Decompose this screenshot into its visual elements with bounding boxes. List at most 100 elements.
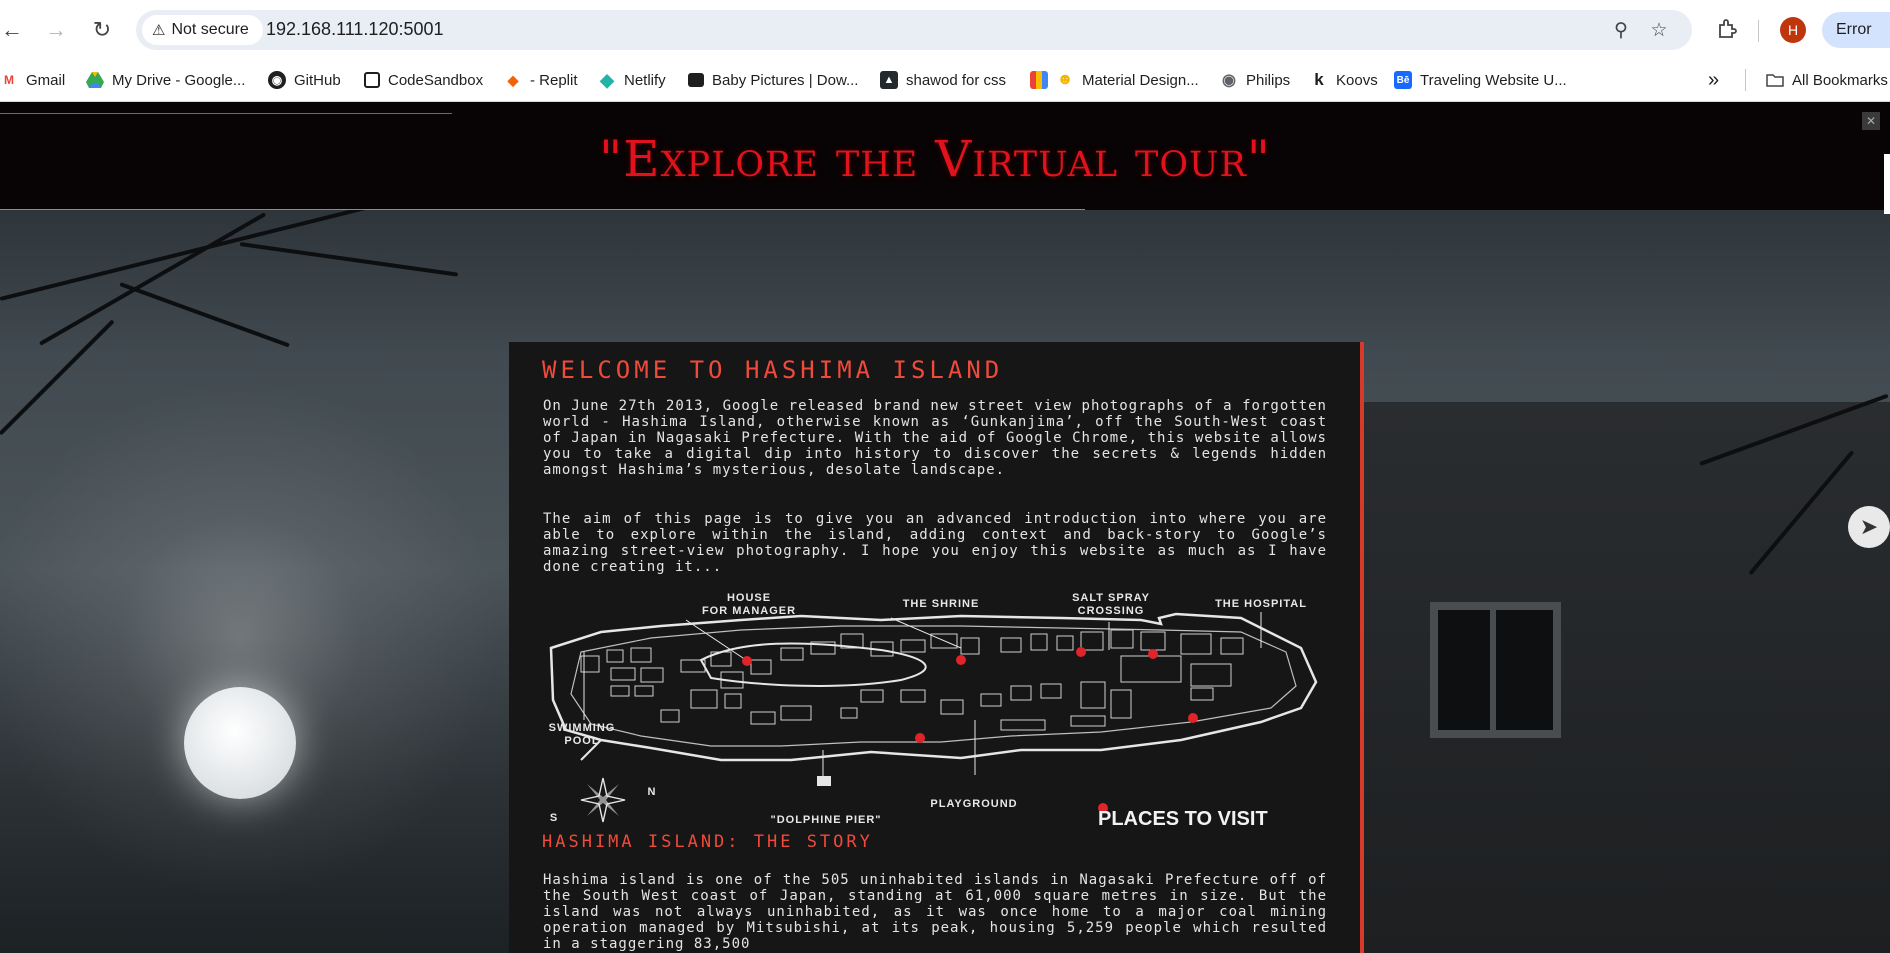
behance-icon: Bē (1394, 71, 1412, 89)
bookmark-netlify[interactable]: ◆ Netlify (598, 69, 666, 91)
label-compass-n: N (647, 786, 657, 798)
label-house-for-manager: HOUSE FOR MANAGER (679, 592, 819, 618)
bookmark-traveling-website[interactable]: Bē Traveling Website U... (1394, 69, 1567, 91)
central-hill-path (699, 642, 927, 687)
marker-hospital[interactable] (1148, 649, 1158, 659)
legend-places-to-visit: PLACES TO VISIT (1098, 808, 1268, 830)
bookmark-label: CodeSandbox (388, 71, 484, 89)
github-icon: ◉ (268, 71, 286, 89)
unsplash-icon (688, 73, 704, 87)
back-arrow-icon[interactable]: ← (0, 12, 30, 48)
page-viewport: "Explore the Virtual tour" ✕ ➤ WELCOME T… (0, 102, 1890, 953)
globe-icon: ◉ (1222, 72, 1236, 89)
marker-playground[interactable] (915, 733, 925, 743)
banner-line (0, 113, 452, 114)
codesandbox-icon (364, 72, 380, 88)
bookmark-label: Koovs (1336, 71, 1378, 89)
forward-arrow-icon[interactable]: → (38, 12, 74, 48)
bookmark-label: Traveling Website U... (1420, 71, 1567, 89)
warning-icon: ⚠ (152, 22, 166, 39)
compass-rose (580, 777, 626, 823)
aim-paragraph: The aim of this page is to give you an a… (543, 511, 1327, 575)
zoom-icon[interactable]: ⚲ (1608, 17, 1634, 43)
bookmarks-divider (1745, 69, 1746, 91)
haunted-house-image (1340, 402, 1890, 953)
label-salt-spray-crossing: SALT SPRAY CROSSING (1051, 592, 1171, 618)
bookmarks-bar: M Gmail My Drive - Google... ◉ GitHub Co… (0, 59, 1890, 102)
shadow-icon: ▲ (880, 71, 898, 89)
page-title: "Explore the Virtual tour" (599, 130, 1271, 188)
marker-house-for-manager[interactable] (742, 656, 752, 666)
label-swimming-pool: SWIMMING POOL (537, 722, 627, 748)
marker-east[interactable] (1188, 713, 1198, 723)
story-heading: HASHIMA ISLAND: THE STORY (542, 832, 873, 852)
label-compass-s: S (549, 812, 559, 824)
label-the-shrine: THE SHRINE (902, 598, 980, 610)
bookmark-github[interactable]: ◉ GitHub (268, 69, 341, 91)
url-text[interactable]: 192.168.111.120:5001 (266, 19, 444, 40)
bookmark-replit[interactable]: ◆ - Replit (504, 69, 578, 91)
banner-line (0, 209, 1085, 210)
bookmark-label: Netlify (624, 71, 666, 89)
bookmark-label: GitHub (294, 71, 341, 89)
island-map: HOUSE FOR MANAGER THE SHRINE SALT SPRAY … (541, 590, 1331, 830)
tree-branch (119, 282, 290, 348)
bookmark-shadow-css[interactable]: ▲ shawod for css (880, 69, 1006, 91)
island-map-drawing (549, 612, 1318, 823)
star-icon[interactable]: ☆ (1646, 17, 1672, 43)
bookmark-material-design[interactable]: ☻ Material Design... (1030, 69, 1199, 91)
label-playground: PLAYGROUND (930, 798, 1018, 810)
netlify-icon: ◆ (600, 69, 614, 90)
address-bar[interactable]: ⚠ Not secure 192.168.111.120:5001 ⚲ ☆ (136, 10, 1692, 50)
close-icon[interactable]: ✕ (1862, 112, 1880, 130)
gmail-icon: M (4, 73, 14, 87)
bookmark-koovs[interactable]: k Koovs (1310, 69, 1378, 91)
all-bookmarks-button[interactable]: All Bookmarks (1766, 69, 1888, 91)
marker-salt-spray[interactable] (1076, 647, 1086, 657)
map-markers (742, 647, 1198, 813)
reload-icon[interactable]: ↻ (84, 12, 120, 48)
profile-avatar[interactable]: H (1780, 17, 1806, 43)
tree-branch (0, 319, 115, 436)
intro-paragraph: On June 27th 2013, Google released brand… (543, 398, 1327, 478)
pier-marker (817, 776, 831, 786)
bookmark-label: Material Design... (1082, 71, 1199, 89)
header-banner: "Explore the Virtual tour" ✕ (0, 102, 1890, 210)
tree-branch (239, 242, 459, 277)
moon-image (184, 687, 296, 799)
error-button[interactable]: Error (1822, 12, 1890, 48)
toolbar-divider (1758, 20, 1759, 42)
browser-toolbar: ← → ↻ ⚠ Not secure 192.168.111.120:5001 … (0, 0, 1890, 59)
welcome-heading: WELCOME TO HASHIMA ISLAND (542, 356, 1004, 384)
koovs-icon: k (1314, 70, 1324, 89)
story-paragraph: Hashima island is one of the 505 uninhab… (543, 872, 1327, 952)
bookmark-baby-pictures[interactable]: Baby Pictures | Dow... (688, 69, 858, 91)
marker-the-shrine[interactable] (956, 655, 966, 665)
emoji-icon: ☻ (1056, 71, 1074, 88)
content-card: WELCOME TO HASHIMA ISLAND On June 27th 2… (509, 342, 1364, 953)
bookmark-label: Baby Pictures | Dow... (712, 71, 859, 89)
scroll-tab[interactable] (1884, 154, 1890, 214)
label-house-for-manager-text: HOUSE FOR MANAGER (701, 592, 797, 617)
back-arrow-side-icon[interactable]: ➤ (1848, 506, 1890, 548)
all-bookmarks-label: All Bookmarks (1792, 71, 1888, 89)
label-salt-spray-text: SALT SPRAY CROSSING (1072, 592, 1150, 617)
chevron-double-right-icon[interactable]: » (1708, 69, 1719, 91)
folder-icon (1766, 71, 1784, 89)
extensions-icon[interactable] (1712, 14, 1742, 44)
bookmark-codesandbox[interactable]: CodeSandbox (364, 69, 483, 91)
house-window (1430, 602, 1561, 738)
bookmark-drive[interactable]: My Drive - Google... (86, 69, 245, 91)
label-swimming-pool-text: SWIMMING POOL (548, 722, 616, 747)
drive-icon (86, 71, 104, 89)
island-inner-outline (570, 625, 1297, 747)
bookmark-gmail[interactable]: M Gmail (0, 69, 65, 91)
security-chip[interactable]: ⚠ Not secure (142, 15, 263, 45)
bookmark-philips[interactable]: ◉ Philips (1220, 69, 1290, 91)
replit-icon: ◆ (507, 71, 519, 88)
label-dolphine-pier: "DOLPHINE PIER" (770, 814, 882, 826)
bookmark-label: shawod for css (906, 71, 1007, 89)
bookmark-label: Gmail (26, 71, 66, 89)
bookmark-label: Philips (1246, 71, 1291, 89)
bookmark-label: My Drive - Google... (112, 71, 246, 89)
